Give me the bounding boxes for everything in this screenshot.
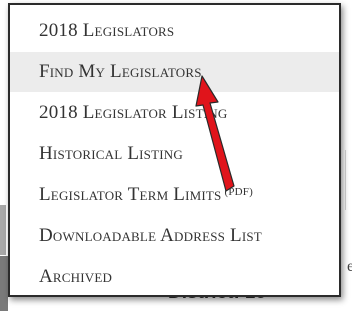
menu-item-2018-legislators[interactable]: 2018 Legislators [10, 11, 339, 51]
legislator-photo-fragment [0, 205, 6, 255]
menu-item-find-my-legislators[interactable]: Find My Legislators [10, 52, 339, 92]
menu-item-label: 2018 Legislators [39, 20, 175, 41]
legislator-photo [0, 256, 8, 311]
legislators-dropdown-menu: 2018 Legislators Find My Legislators 201… [8, 3, 341, 297]
menu-item-label: Archived [39, 266, 113, 287]
menu-item-historical-listing[interactable]: Historical Listing [10, 134, 339, 174]
menu-item-archived[interactable]: Archived [10, 257, 339, 297]
menu-item-address-list[interactable]: Downloadable Address List [10, 216, 339, 256]
menu-item-label: Historical Listing [39, 143, 183, 164]
menu-item-term-limits[interactable]: Legislator Term Limits (PDF) [10, 175, 339, 215]
background-text-fragment: e [347, 258, 352, 275]
content-divider [345, 150, 352, 210]
menu-item-label: Downloadable Address List [39, 225, 262, 246]
menu-item-label: Find My Legislators [39, 61, 202, 82]
menu-item-label: Legislator Term Limits [39, 184, 222, 205]
menu-item-label: 2018 Legislator Listing [39, 102, 228, 123]
menu-item-legislator-listing[interactable]: 2018 Legislator Listing [10, 93, 339, 133]
pdf-badge: (PDF) [224, 186, 253, 198]
